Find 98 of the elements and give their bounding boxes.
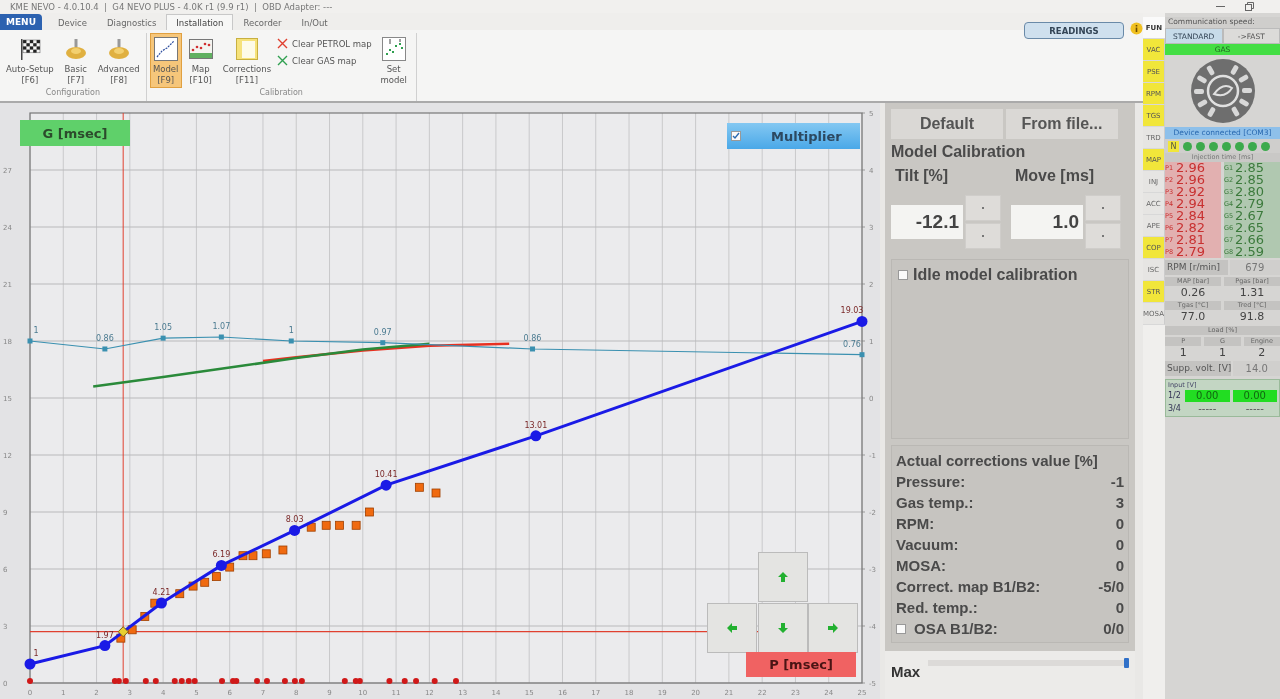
reading-value: 1 <box>1218 346 1227 359</box>
ribbon-tab[interactable]: Recorder <box>233 14 292 30</box>
injection-value: 2.84 <box>1176 210 1205 222</box>
slider-label: Max <box>891 663 921 680</box>
data-label: 4.21 <box>152 588 171 597</box>
ribbon-tab[interactable]: Diagnostics <box>97 14 167 30</box>
correction-label: OSA B1/B2: <box>914 620 998 637</box>
correction-label: MOSA: <box>896 557 946 574</box>
data-label: 1.05 <box>154 323 173 333</box>
input-value: ----- <box>1197 402 1218 415</box>
data-label: 1 <box>33 326 39 335</box>
axis-button[interactable]: G [msec] <box>20 120 130 146</box>
axis-button[interactable]: P [msec] <box>746 652 856 677</box>
injection-value: 2.67 <box>1235 210 1264 222</box>
reading-label: Supp. volt. [V] <box>1165 361 1232 376</box>
window-title: KME NEVO - 4.0.10.4 | G4 NEVO PLUS - 4.0K r1 (9.9 r1) | OBD Adapter: --- <box>10 1 333 12</box>
injection-value: 2.80 <box>1235 186 1264 198</box>
correction-value: 0 <box>1115 599 1124 616</box>
data-label: 0.86 <box>523 334 542 343</box>
correction-value: 3 <box>1115 494 1124 511</box>
menu-button[interactable]: MENU <box>0 14 42 30</box>
correction-value: 0 <box>1115 515 1124 532</box>
input-value: 0.00 <box>1185 389 1230 402</box>
correction-label: Red. temp.: <box>896 599 978 616</box>
reading-label: RPM [r/min] <box>1165 260 1228 275</box>
ribbon-link[interactable]: Clear PETROL map <box>277 38 372 49</box>
reading-value: 14.0 <box>1233 361 1280 376</box>
data-label: 6.19 <box>212 550 231 560</box>
injection-value: 2.59 <box>1235 246 1264 258</box>
injection-value: 2.81 <box>1176 234 1205 246</box>
channel-label: 1/2 <box>1168 391 1182 400</box>
injection-value: 2.65 <box>1235 222 1264 234</box>
reading-value: 1.31 <box>1238 286 1266 299</box>
data-label: 0.86 <box>95 334 114 343</box>
reading-value: 2 <box>1257 346 1267 359</box>
ribbon-button[interactable]: Advanced [F8] <box>94 33 143 88</box>
ribbon-button[interactable]: Map [F10] <box>184 33 217 88</box>
data-label: 1.97 <box>95 630 114 640</box>
correction-label: Gas temp.: <box>896 494 974 511</box>
injection-value: 2.79 <box>1235 198 1264 210</box>
number-field[interactable]: -12.1 <box>891 205 963 239</box>
correction-label: Correct. map B1/B2: <box>896 578 1041 595</box>
readings-button[interactable]: READINGS <box>1024 22 1124 39</box>
group-caption: Calibration <box>258 88 304 99</box>
ribbon-link[interactable]: Clear GAS map <box>277 55 372 66</box>
ribbon-button[interactable]: Basic [F7] <box>59 33 92 88</box>
reading-value: 77.0 <box>1179 310 1207 323</box>
indicator-badge: N <box>1168 140 1179 152</box>
checkbox-label[interactable]: Idle model calibration <box>913 266 1078 284</box>
injection-value: 2.96 <box>1176 162 1205 174</box>
number-field[interactable]: 1.0 <box>1011 205 1083 239</box>
correction-value: 0 <box>1115 557 1124 574</box>
data-label: 1 <box>33 649 39 658</box>
correction-value: -5/0 <box>1098 578 1124 595</box>
data-label: 1 <box>288 326 294 335</box>
correction-value: -1 <box>1110 473 1124 490</box>
field-label: Move [ms] <box>1014 167 1096 185</box>
ribbon-button[interactable]: Set model <box>374 33 413 88</box>
input-value: 0.00 <box>1232 389 1277 402</box>
reading-value: 91.8 <box>1238 310 1266 323</box>
input-value: ----- <box>1244 402 1265 415</box>
data-label: 0.97 <box>373 327 392 337</box>
ribbon-button[interactable]: Corrections [F11] <box>219 33 275 88</box>
ribbon-tab[interactable]: In/Out <box>291 14 338 30</box>
injection-value: 2.85 <box>1235 174 1264 186</box>
injection-value: 2.85 <box>1235 162 1264 174</box>
data-label: 8.03 <box>285 515 304 525</box>
ribbon-tab[interactable]: Device <box>47 14 98 30</box>
panel-button[interactable]: From file... <box>1006 109 1118 139</box>
channel-label: 3/4 <box>1168 404 1182 413</box>
ribbon-tab[interactable]: Installation <box>166 14 234 30</box>
correction-label: RPM: <box>896 515 935 532</box>
data-label: 19.03 <box>840 306 864 316</box>
group-caption: Configuration <box>44 88 101 99</box>
injection-value: 2.79 <box>1176 246 1205 258</box>
correction-label: Vacuum: <box>896 536 959 553</box>
correction-value: 0 <box>1115 536 1124 553</box>
reading-value: 1 <box>1178 346 1188 359</box>
data-label: 0.76 <box>843 339 861 349</box>
injection-value: 2.94 <box>1176 198 1205 210</box>
injection-value: 2.96 <box>1176 174 1205 186</box>
ribbon-button[interactable]: Auto-Setup [F6] <box>3 33 57 88</box>
field-label: Tilt [%] <box>894 167 950 185</box>
section-title: Actual corrections value [%] <box>896 452 1099 469</box>
ribbon-button[interactable]: Model [F9] <box>149 33 182 88</box>
reading-value: 679 <box>1229 260 1280 275</box>
correction-label: Pressure: <box>896 473 966 490</box>
section-title: Model Calibration <box>891 143 1027 161</box>
reading-value: 0.26 <box>1179 286 1207 299</box>
data-label: 1.07 <box>212 322 231 331</box>
data-label: 13.01 <box>524 420 548 430</box>
data-label: 10.41 <box>374 470 398 480</box>
panel-button[interactable]: Default <box>891 109 1003 139</box>
injection-value: 2.92 <box>1176 186 1205 198</box>
injection-value: 2.66 <box>1235 234 1264 246</box>
multiplier-button[interactable]: Multiplier <box>727 123 860 149</box>
injection-value: 2.82 <box>1176 222 1205 234</box>
correction-value: 0/0 <box>1103 620 1124 637</box>
